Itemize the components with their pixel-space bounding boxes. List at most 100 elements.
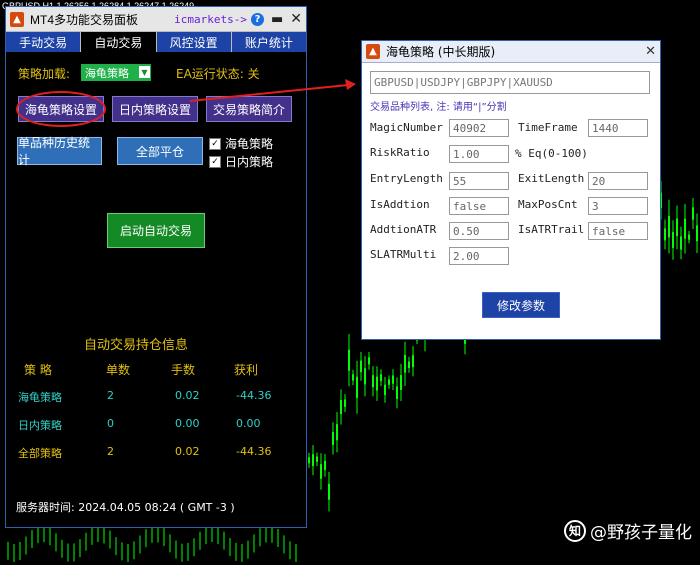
row-total-profit: -44.36 (236, 445, 272, 458)
candle-body (328, 483, 330, 500)
candle-body (404, 354, 406, 373)
isatrtrail-input[interactable]: false (588, 222, 648, 240)
row-total-lots: 0.02 (175, 445, 200, 458)
watermark: 知 @野孩子量化 (564, 518, 692, 543)
symbols-input[interactable]: GBPUSD|USDJPY|GBPJPY|XAUUSD (370, 71, 650, 94)
dialog-titlebar[interactable]: ▲ 海龟策略 (中长期版) ✕ (362, 41, 660, 63)
trading-panel: ▲ MT4多功能交易面板 icmarkets-> ? ▬ ✕ 手动交易 自动交易… (5, 6, 307, 528)
row-turtle-profit: -44.36 (236, 389, 272, 402)
candle-body (360, 360, 362, 373)
candle-body (688, 234, 690, 240)
candle-body (664, 228, 666, 241)
intraday-checkbox[interactable]: ✓ 日内策略 (209, 153, 273, 170)
candle-body (412, 355, 414, 368)
candle-body (400, 375, 402, 390)
candle-body (312, 454, 314, 467)
broker-link[interactable]: icmarkets-> (174, 13, 247, 26)
help-icon[interactable]: ? (250, 12, 264, 26)
intraday-settings-button[interactable]: 日内策略设置 (112, 96, 198, 122)
candle-body (380, 374, 382, 382)
chevron-down-icon[interactable]: ▼ (139, 66, 150, 78)
isaddtion-input[interactable]: false (449, 197, 509, 215)
panel-tabs: 手动交易 自动交易 风控设置 账户统计 (6, 31, 306, 52)
close-icon[interactable]: ✕ (290, 11, 302, 27)
tab-account-stats[interactable]: 账户统计 (231, 32, 306, 52)
isatrtrail-label: IsATRTrail (518, 223, 585, 236)
candle-body (684, 218, 686, 239)
candle-body (340, 399, 342, 415)
candle-body (392, 375, 394, 384)
dialog-title: 海龟策略 (中长期版) (386, 45, 496, 59)
candle-body (408, 361, 410, 368)
candle-body (396, 386, 398, 400)
single-history-stats-button[interactable]: 单品种历史统计 (17, 136, 102, 167)
intraday-checkbox-label: 日内策略 (225, 155, 274, 169)
panel-titlebar[interactable]: ▲ MT4多功能交易面板 icmarkets-> ? ▬ ✕ (6, 7, 306, 31)
magicnumber-input[interactable]: 40902 (449, 119, 509, 137)
candle-body (336, 424, 338, 441)
exitlength-label: ExitLength (518, 172, 585, 185)
strategy-select[interactable]: 海龟策略 ▼ (81, 64, 151, 81)
candle-body (308, 457, 310, 464)
tab-risk-settings[interactable]: 风控设置 (156, 32, 232, 52)
close-icon[interactable]: ✕ (645, 44, 656, 59)
candle-body (352, 374, 354, 381)
ea-status-label: EA运行状态: 关 (176, 67, 260, 81)
tab-auto-trade[interactable]: 自动交易 (81, 32, 157, 52)
timeframe-input[interactable]: 1440 (588, 119, 648, 137)
magicnumber-label: MagicNumber (370, 121, 443, 134)
turtle-checkbox[interactable]: ✓ 海龟策略 (209, 135, 273, 152)
candle-body (376, 376, 378, 391)
row-intraday-count: 0 (107, 417, 114, 430)
app-icon: ▲ (366, 44, 380, 59)
candle-body (356, 376, 358, 398)
strategy-load-label: 策略加载: (18, 67, 71, 81)
candle-body (388, 379, 390, 385)
riskratio-label: RiskRatio (370, 146, 430, 159)
candle-body (344, 399, 346, 407)
turtle-settings-button[interactable]: 海龟策略设置 (18, 96, 104, 122)
addtionatr-input[interactable]: 0.50 (449, 222, 509, 240)
close-all-button[interactable]: 全部平仓 (117, 137, 203, 165)
slatrmulti-input[interactable]: 2.00 (449, 247, 509, 265)
start-auto-trade-button[interactable]: 启动自动交易 (107, 213, 205, 248)
row-total-name: 全部策略 (18, 447, 62, 460)
maxposcnt-input[interactable]: 3 (588, 197, 648, 215)
entrylength-label: EntryLength (370, 172, 443, 185)
candle-body (372, 375, 374, 388)
candle-body (692, 207, 694, 220)
col-header-count: 单数 (106, 363, 131, 377)
tab-manual-trade[interactable]: 手动交易 (6, 32, 82, 52)
col-header-lots: 手数 (171, 363, 196, 377)
symbols-note: 交易品种列表, 注: 请用“|”分割 (370, 102, 507, 113)
candle-body (668, 215, 670, 238)
row-intraday-lots: 0.00 (175, 417, 200, 430)
col-header-profit: 获利 (234, 363, 259, 377)
exitlength-input[interactable]: 20 (588, 172, 648, 190)
check-icon: ✓ (209, 155, 221, 168)
modify-params-button[interactable]: 修改参数 (482, 292, 560, 318)
candle-body (672, 232, 674, 248)
check-icon: ✓ (209, 137, 221, 150)
candle-body (368, 357, 370, 365)
row-intraday-name: 日内策略 (18, 419, 62, 432)
panel-title: MT4多功能交易面板 (30, 12, 139, 27)
row-turtle-lots: 0.02 (175, 389, 200, 402)
candle-body (676, 218, 678, 237)
strategy-intro-button[interactable]: 交易策略简介 (206, 96, 292, 122)
col-header-strategy: 策 略 (24, 363, 52, 377)
riskratio-input[interactable]: 1.00 (449, 145, 509, 163)
row-turtle-name: 海龟策略 (18, 391, 62, 404)
turtle-checkbox-label: 海龟策略 (225, 137, 274, 151)
positions-title: 自动交易持仓信息 (84, 338, 189, 353)
candle-body (384, 384, 386, 396)
isaddtion-label: IsAddtion (370, 198, 430, 211)
candle-body (320, 464, 322, 479)
entrylength-input[interactable]: 55 (449, 172, 509, 190)
turtle-settings-dialog: ▲ 海龟策略 (中长期版) ✕ GBPUSD|USDJPY|GBPJPY|XAU… (361, 40, 661, 340)
minimize-icon[interactable]: ▬ (271, 12, 283, 27)
row-intraday-profit: 0.00 (236, 417, 261, 430)
candle-body (332, 431, 334, 445)
slatrmulti-label: SLATRMulti (370, 248, 437, 261)
watermark-text: @野孩子量化 (590, 523, 692, 543)
